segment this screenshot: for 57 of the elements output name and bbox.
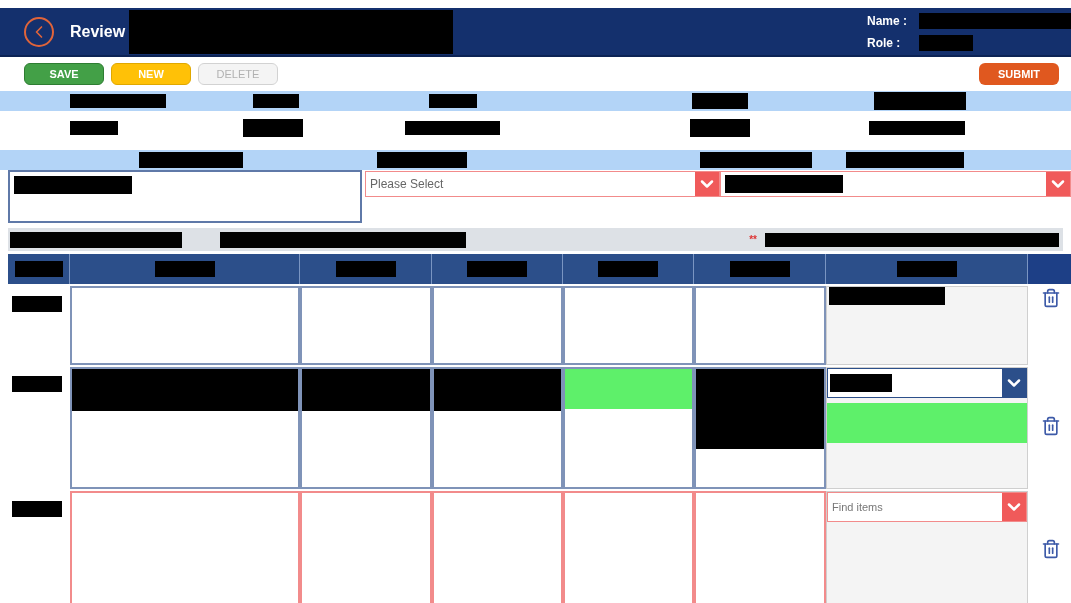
redaction-block xyxy=(896,261,957,277)
search-dropdown-field[interactable]: Find items xyxy=(827,492,1027,522)
redaction-block xyxy=(335,261,396,277)
redaction-block xyxy=(12,501,62,517)
back-button[interactable] xyxy=(24,16,54,47)
table-cell[interactable] xyxy=(826,286,1028,365)
dropdown-field[interactable] xyxy=(827,368,1027,398)
table-cell[interactable] xyxy=(563,491,694,603)
dropdown-toggle[interactable] xyxy=(1002,369,1026,397)
table-cell[interactable] xyxy=(432,286,563,365)
table-cell[interactable]: Find items xyxy=(826,491,1028,603)
table-cell[interactable] xyxy=(432,367,563,489)
table-cell[interactable] xyxy=(300,367,432,489)
redaction-block xyxy=(154,261,215,277)
redaction-block xyxy=(830,374,892,392)
delete-row-icon[interactable] xyxy=(1040,414,1061,438)
redaction-block xyxy=(253,94,299,108)
submit-button[interactable]: SUBMIT xyxy=(979,63,1059,85)
table-cell[interactable] xyxy=(300,286,432,365)
dropdown-toggle[interactable] xyxy=(695,172,719,196)
redaction-block xyxy=(12,376,62,392)
dropdown-toggle[interactable] xyxy=(1002,493,1026,521)
delete-row-icon[interactable] xyxy=(1040,537,1061,561)
delete-row-icon[interactable] xyxy=(1040,286,1061,310)
table-cell[interactable] xyxy=(432,491,563,603)
dropdown-field[interactable] xyxy=(720,171,1071,197)
required-mark: ** xyxy=(749,233,757,247)
redaction-block xyxy=(467,261,527,277)
dropdown-toggle[interactable] xyxy=(1046,172,1070,196)
redaction-block xyxy=(12,296,62,312)
toolbar-button[interactable]: SAVE xyxy=(24,63,104,85)
role-label: Role : xyxy=(867,34,902,52)
table-cell[interactable] xyxy=(563,367,694,489)
table-cell[interactable] xyxy=(563,286,694,365)
search-placeholder: Find items xyxy=(831,499,884,515)
table-cell[interactable] xyxy=(70,491,300,603)
redaction-block xyxy=(429,94,477,108)
table-cell[interactable] xyxy=(826,367,1028,489)
redaction-block xyxy=(692,93,748,109)
redaction-block xyxy=(919,34,973,51)
dropdown-field[interactable]: Please Select xyxy=(365,171,720,197)
text-area-field[interactable] xyxy=(8,170,362,223)
page-title: Review xyxy=(70,21,126,42)
table-cell[interactable] xyxy=(300,491,432,603)
redaction-block xyxy=(598,261,658,277)
table-cell[interactable] xyxy=(70,286,300,365)
dropdown-placeholder: Please Select xyxy=(370,176,444,193)
redaction-block xyxy=(14,261,63,277)
table-cell[interactable] xyxy=(70,367,300,489)
redaction-block xyxy=(690,119,750,137)
redaction-block xyxy=(729,261,790,277)
redaction-block xyxy=(70,121,118,135)
table-cell[interactable] xyxy=(694,491,826,603)
redaction-block xyxy=(243,119,303,137)
table-cell[interactable] xyxy=(694,286,826,365)
table-cell[interactable] xyxy=(694,367,826,489)
name-label: Name : xyxy=(867,12,908,30)
